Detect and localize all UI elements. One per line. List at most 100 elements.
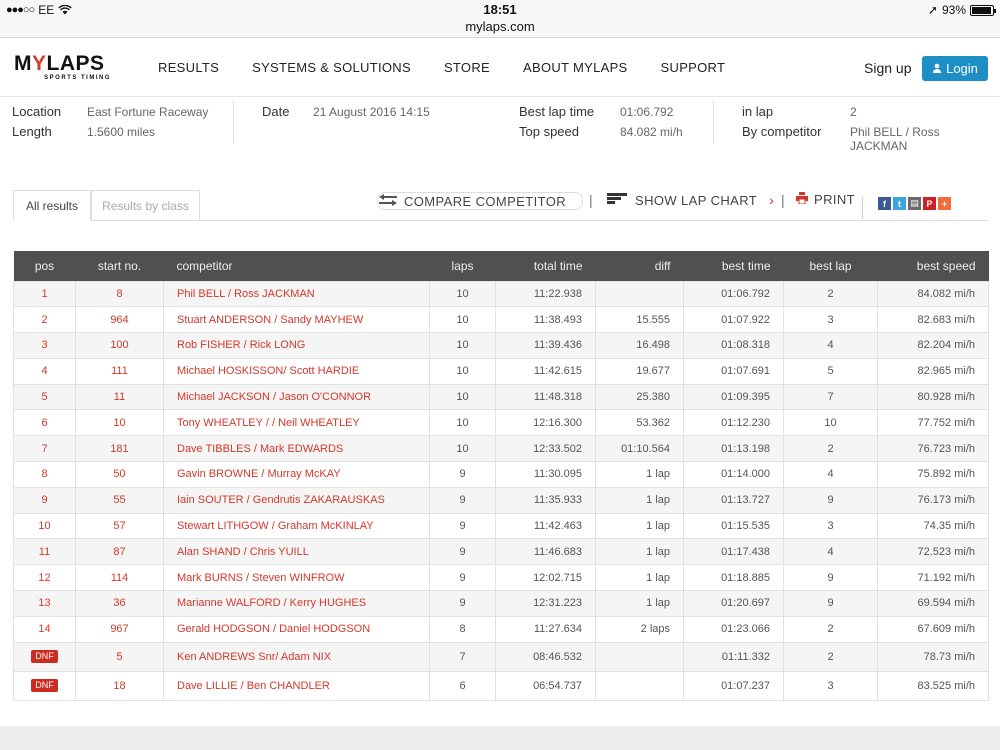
table-row[interactable]: 1 8 Phil BELL / Ross JACKMAN 10 11:22.938 01:… [13, 280, 989, 308]
table-row[interactable]: 11 87 Alan SHAND / Chris YUILL 9 11:46.683 1 … [13, 538, 989, 566]
more-share-icon[interactable]: + [938, 197, 951, 210]
cell-pos[interactable]: 4 [13, 357, 76, 385]
cell-competitor[interactable]: Rob FISHER / Rick LONG [163, 332, 430, 359]
cell-pos[interactable]: 14 [13, 615, 76, 643]
cell-start-no[interactable]: 36 [75, 590, 164, 617]
cell-competitor[interactable]: Dave TIBBLES / Mark EDWARDS [163, 435, 430, 463]
col-header-competitor[interactable]: competitor [163, 251, 430, 281]
dnf-badge: DNF [31, 650, 58, 664]
show-lap-chart-button[interactable]: SHOW LAP CHART › [607, 192, 774, 208]
cell-pos[interactable]: 9 [13, 486, 76, 514]
table-row[interactable]: DNF 5 Ken ANDREWS Snr/ Adam NIX 7 08:46.532 0… [13, 641, 989, 672]
cell-pos[interactable]: DNF [13, 641, 76, 672]
table-row[interactable]: 2 964 Stuart ANDERSON / Sandy MAYHEW 10 11:3… [13, 306, 989, 334]
cell-competitor[interactable]: Tony WHEATLEY / / Neil WHEATLEY [163, 409, 430, 437]
share-buttons: f t ▤ P + [878, 197, 951, 210]
col-header-diff[interactable]: diff [595, 251, 684, 281]
table-row[interactable]: 7 181 Dave TIBBLES / Mark EDWARDS 10 12:33.5… [13, 435, 989, 463]
cell-pos[interactable]: 13 [13, 590, 76, 617]
cell-competitor[interactable]: Iain SOUTER / Gendrutis ZAKARAUSKAS [163, 486, 430, 514]
cell-start-no[interactable]: 964 [75, 306, 164, 334]
cell-start-no[interactable]: 181 [75, 435, 164, 463]
cell-start-no[interactable]: 114 [75, 564, 164, 592]
col-header-start-no[interactable]: start no. [75, 251, 164, 281]
cell-best-speed: 82.965 mi/h [877, 357, 989, 385]
cell-start-no[interactable]: 11 [75, 383, 164, 411]
col-header-best-time[interactable]: best time [683, 251, 784, 281]
cell-pos[interactable]: 6 [13, 409, 76, 437]
col-header-pos[interactable]: pos [13, 251, 76, 281]
table-row[interactable]: 12 114 Mark BURNS / Steven WINFROW 9 12:02.7… [13, 564, 989, 592]
table-row[interactable]: 6 10 Tony WHEATLEY / / Neil WHEATLEY 10 12:1… [13, 409, 989, 437]
col-header-laps[interactable]: laps [429, 251, 496, 281]
cell-pos[interactable]: 2 [13, 306, 76, 334]
nav-link-about[interactable]: ABOUT MYLAPS [523, 60, 628, 75]
cell-competitor[interactable]: Mark BURNS / Steven WINFROW [163, 564, 430, 592]
cell-pos[interactable]: 3 [13, 332, 76, 359]
cell-start-no[interactable]: 100 [75, 332, 164, 359]
table-row[interactable]: 9 55 Iain SOUTER / Gendrutis ZAKARAUSKAS 9 1… [13, 486, 989, 514]
signup-link[interactable]: Sign up [864, 60, 911, 76]
print-share-icon[interactable]: ▤ [908, 197, 921, 210]
cell-best-speed: 75.892 mi/h [877, 461, 989, 488]
address-bar-url[interactable]: mylaps.com [0, 19, 1000, 34]
table-row[interactable]: 8 50 Gavin BROWNE / Murray McKAY 9 11:30.095… [13, 461, 989, 488]
cell-start-no[interactable]: 87 [75, 538, 164, 566]
col-header-best-speed[interactable]: best speed [877, 251, 989, 281]
cell-competitor[interactable]: Ken ANDREWS Snr/ Adam NIX [163, 641, 430, 672]
table-row[interactable]: 13 36 Marianne WALFORD / Kerry HUGHES 9 12:3… [13, 590, 989, 617]
cell-start-no[interactable]: 967 [75, 615, 164, 643]
cell-competitor[interactable]: Phil BELL / Ross JACKMAN [163, 280, 430, 308]
compare-competitor-button[interactable]: COMPARE COMPETITOR [377, 192, 584, 210]
mylaps-logo[interactable]: MYLAPS SPORTS TIMING [14, 53, 114, 81]
cell-start-no[interactable]: 50 [75, 461, 164, 488]
table-row[interactable]: 5 11 Michael JACKSON / Jason O'CONNOR 10 11:… [13, 383, 989, 411]
twitter-icon[interactable]: t [893, 197, 906, 210]
nav-link-support[interactable]: SUPPORT [661, 60, 726, 75]
nav-link-store[interactable]: STORE [444, 60, 490, 75]
cell-competitor[interactable]: Stewart LITHGOW / Graham McKINLAY [163, 512, 430, 540]
table-row[interactable]: 3 100 Rob FISHER / Rick LONG 10 11:39.436 16.… [13, 332, 989, 359]
cell-competitor[interactable]: Stuart ANDERSON / Sandy MAYHEW [163, 306, 430, 334]
cell-total-time: 12:31.223 [495, 590, 596, 617]
cell-start-no[interactable]: 57 [75, 512, 164, 540]
login-button[interactable]: Login [922, 56, 988, 81]
cell-competitor[interactable]: Alan SHAND / Chris YUILL [163, 538, 430, 566]
cell-competitor[interactable]: Marianne WALFORD / Kerry HUGHES [163, 590, 430, 617]
table-row[interactable]: DNF 18 Dave LILLIE / Ben CHANDLER 6 06:54.73… [13, 670, 989, 701]
pinterest-icon[interactable]: P [923, 197, 936, 210]
cell-competitor[interactable]: Michael JACKSON / Jason O'CONNOR [163, 383, 430, 411]
cell-pos[interactable]: 1 [13, 280, 76, 308]
nav-link-systems[interactable]: SYSTEMS & SOLUTIONS [252, 60, 411, 75]
col-header-total-time[interactable]: total time [495, 251, 596, 281]
cell-pos[interactable]: 10 [13, 512, 76, 540]
cell-competitor[interactable]: Michael HOSKISSON/ Scott HARDIE [163, 357, 430, 385]
cell-competitor[interactable]: Gerald HODGSON / Daniel HODGSON [163, 615, 430, 643]
compare-label: COMPARE COMPETITOR [404, 193, 567, 209]
tab-results-by-class[interactable]: Results by class [91, 190, 200, 221]
cell-start-no[interactable]: 10 [75, 409, 164, 437]
print-button[interactable]: PRINT [796, 192, 855, 207]
cell-start-no[interactable]: 5 [75, 641, 164, 672]
cell-start-no[interactable]: 8 [75, 280, 164, 308]
cell-competitor[interactable]: Dave LILLIE / Ben CHANDLER [163, 670, 430, 701]
cell-best-speed: 78.73 mi/h [877, 641, 989, 672]
cell-pos[interactable]: 12 [13, 564, 76, 592]
cell-pos[interactable]: 7 [13, 435, 76, 463]
cell-start-no[interactable]: 111 [75, 357, 164, 385]
tab-all-results[interactable]: All results [13, 190, 91, 221]
facebook-icon[interactable]: f [878, 197, 891, 210]
table-row[interactable]: 4 111 Michael HOSKISSON/ Scott HARDIE 10 11:… [13, 357, 989, 385]
cell-competitor[interactable]: Gavin BROWNE / Murray McKAY [163, 461, 430, 488]
cell-pos[interactable]: 5 [13, 383, 76, 411]
col-header-best-lap[interactable]: best lap [783, 251, 878, 281]
cell-pos[interactable]: 8 [13, 461, 76, 488]
top-speed-value: 84.082 mi/h [620, 125, 683, 139]
nav-link-results[interactable]: RESULTS [158, 60, 219, 75]
cell-pos[interactable]: 11 [13, 538, 76, 566]
cell-pos[interactable]: DNF [13, 670, 76, 701]
table-row[interactable]: 10 57 Stewart LITHGOW / Graham McKINLAY 9 11… [13, 512, 989, 540]
table-row[interactable]: 14 967 Gerald HODGSON / Daniel HODGSON 8 11:… [13, 615, 989, 643]
cell-start-no[interactable]: 55 [75, 486, 164, 514]
cell-start-no[interactable]: 18 [75, 670, 164, 701]
